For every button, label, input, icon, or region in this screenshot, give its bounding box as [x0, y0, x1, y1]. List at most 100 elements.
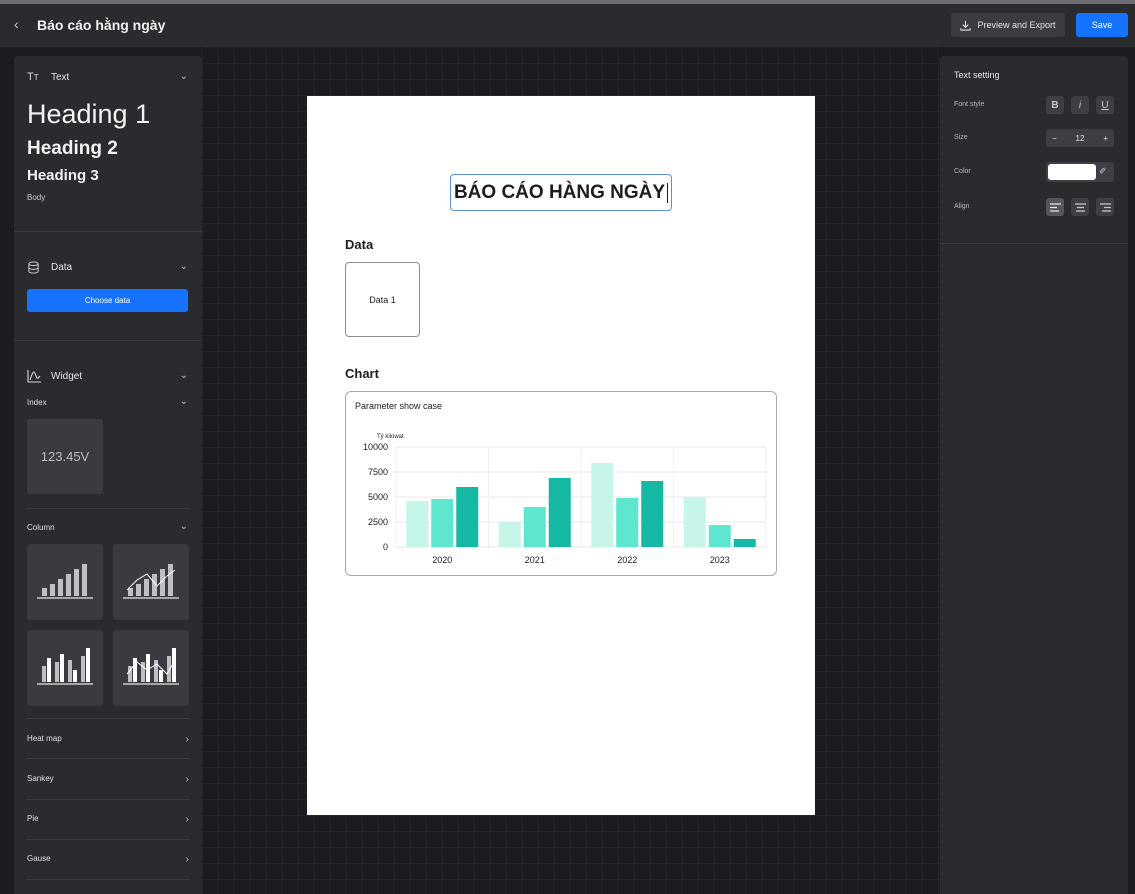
bar — [616, 498, 639, 547]
divider — [14, 231, 202, 232]
italic-button[interactable]: i — [1071, 96, 1089, 114]
bold-button[interactable]: B — [1046, 96, 1064, 114]
y-tick-label: 5000 — [368, 492, 388, 502]
bar — [708, 525, 731, 547]
text-section-label: Text — [51, 71, 70, 83]
widget-item-label: Sankey — [27, 774, 54, 783]
text-format-icon: TT — [27, 71, 39, 83]
widget-item-label: Gause — [27, 854, 51, 863]
data-card[interactable]: Data 1 — [345, 262, 420, 337]
widget-item-label: Pie — [27, 814, 39, 823]
widget-section-header[interactable]: Widget — [27, 369, 82, 383]
divider — [27, 758, 189, 759]
index-widget-card[interactable]: 123.45V — [27, 419, 103, 494]
align-center-icon — [1074, 202, 1086, 212]
bar — [523, 507, 546, 547]
chevron-right-icon: › — [185, 814, 189, 825]
widget-item-heat-map[interactable]: Heat map › — [27, 734, 189, 745]
column-chart-thumb[interactable] — [27, 544, 103, 620]
bar — [591, 463, 614, 547]
x-tick-label: 2022 — [617, 555, 637, 565]
page-title: Báo cáo hằng ngày — [37, 17, 166, 33]
chevron-down-icon[interactable]: ⌄ — [180, 521, 188, 532]
document-page[interactable]: BÁO CÁO HÀNG NGÀY Data Data 1 Chart Para… — [307, 96, 815, 815]
column-subsection-label[interactable]: Column — [27, 523, 55, 532]
body-tool[interactable]: Body — [27, 193, 45, 202]
increase-size-button[interactable]: + — [1103, 134, 1108, 143]
font-style-label: Font style — [954, 101, 985, 108]
decrease-size-button[interactable]: − — [1052, 134, 1057, 143]
eyedropper-icon[interactable]: ✐ — [1099, 166, 1107, 177]
y-tick-label: 7500 — [368, 467, 388, 477]
text-section-header[interactable]: TT Text — [27, 70, 69, 84]
x-tick-label: 2023 — [710, 555, 730, 565]
chevron-down-icon[interactable]: ⌄ — [180, 370, 188, 381]
size-stepper[interactable]: − 12 + — [1046, 129, 1114, 147]
x-tick-label: 2021 — [525, 555, 545, 565]
bar — [431, 499, 454, 547]
data-section-header[interactable]: Data — [27, 260, 72, 274]
document-title[interactable]: BÁO CÁO HÀNG NGÀY — [450, 174, 672, 211]
size-value[interactable]: 12 — [1076, 134, 1085, 143]
chevron-down-icon[interactable]: ⌄ — [180, 71, 188, 82]
align-right-button[interactable] — [1096, 198, 1114, 216]
chart-heading[interactable]: Chart — [345, 366, 379, 381]
bar — [548, 478, 571, 547]
save-button[interactable]: Save — [1076, 13, 1128, 37]
preview-export-label: Preview and Export — [977, 20, 1056, 30]
divider — [27, 718, 189, 719]
widget-chart-icon — [27, 369, 43, 383]
widget-section-label: Widget — [51, 370, 83, 382]
y-tick-label: 0 — [383, 542, 388, 552]
widget-item-gause[interactable]: Gause › — [27, 854, 189, 865]
preview-export-button[interactable]: Preview and Export — [951, 13, 1065, 37]
bar — [456, 487, 479, 547]
widget-item-pie[interactable]: Pie › — [27, 814, 189, 825]
size-label: Size — [954, 134, 968, 141]
text-setting-title: Text setting — [954, 70, 1000, 80]
grouped-column-chart-thumb[interactable] — [27, 630, 103, 706]
choose-data-button[interactable]: Choose data — [27, 289, 188, 312]
bar — [683, 497, 706, 547]
chart-widget[interactable]: Parameter show case 0 2500 5000 7500 10000 Tỷ… — [345, 391, 777, 576]
color-swatch[interactable] — [1048, 164, 1096, 180]
color-label: Color — [954, 168, 971, 175]
chevron-down-icon[interactable]: ⌄ — [180, 261, 188, 272]
align-center-button[interactable] — [1071, 198, 1089, 216]
chevron-right-icon: › — [185, 774, 189, 785]
heading2-tool[interactable]: Heading 2 — [27, 138, 118, 160]
heading1-tool[interactable]: Heading 1 — [27, 99, 150, 130]
divider — [14, 340, 202, 341]
divider — [27, 508, 189, 509]
top-bar: ‹ Báo cáo hằng ngày Preview and Export S… — [0, 0, 1135, 47]
widget-item-label: Heat map — [27, 734, 62, 743]
download-icon — [960, 20, 972, 31]
chevron-right-icon: › — [185, 734, 189, 745]
column-line-chart-thumb[interactable] — [113, 544, 189, 620]
left-panel: TT Text ⌄ Heading 1 Heading 2 Heading 3 … — [14, 56, 202, 894]
bar — [406, 501, 429, 547]
bar — [498, 522, 521, 547]
divider — [27, 799, 189, 800]
align-label: Align — [954, 203, 970, 210]
align-left-icon — [1049, 202, 1061, 212]
index-subsection-label[interactable]: Index — [27, 398, 47, 407]
chevron-down-icon[interactable]: ⌄ — [180, 396, 188, 407]
grouped-column-line-chart-thumb[interactable] — [113, 630, 189, 706]
bar — [733, 539, 756, 547]
document-title-text[interactable]: BÁO CÁO HÀNG NGÀY — [454, 182, 665, 204]
bar-chart: 0 2500 5000 7500 10000 Tỷ kilowat 2020 2021 2022… — [363, 433, 767, 565]
underline-button[interactable]: U — [1096, 96, 1114, 114]
align-left-button[interactable] — [1046, 198, 1064, 216]
divider — [940, 243, 1128, 244]
text-cursor — [667, 182, 669, 203]
back-chevron-icon[interactable]: ‹ — [14, 17, 28, 31]
widget-item-sankey[interactable]: Sankey › — [27, 774, 189, 785]
heading3-tool[interactable]: Heading 3 — [27, 167, 99, 184]
divider — [27, 879, 189, 880]
data-section-label: Data — [51, 261, 73, 273]
right-panel: Text setting Font style B i U Size − 12 … — [940, 56, 1128, 894]
y-tick-label: 10000 — [363, 442, 388, 452]
data-heading[interactable]: Data — [345, 237, 373, 252]
y-tick-label: 2500 — [368, 517, 388, 527]
